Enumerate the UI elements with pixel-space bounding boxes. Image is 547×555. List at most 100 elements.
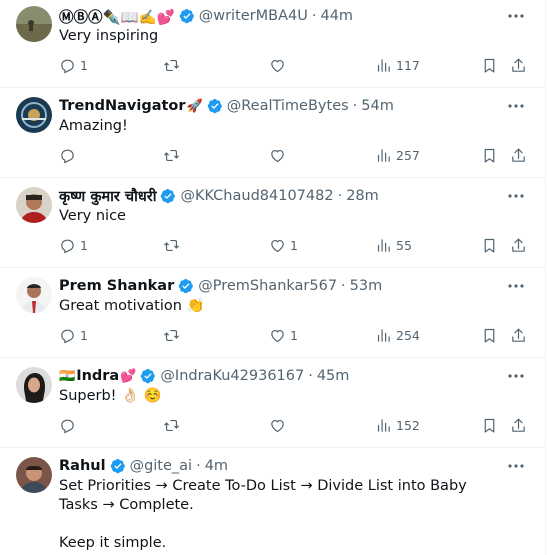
reply-text: Amazing! xyxy=(59,118,128,134)
share-button[interactable] xyxy=(510,325,527,345)
reply-header: ⓂⒷⒶ✒️📖✍️💕 @writerMBA4U · 44m xyxy=(59,6,353,26)
display-name[interactable]: Prem Shankar xyxy=(59,278,174,294)
timestamp[interactable]: 45m xyxy=(317,368,350,384)
verified-badge-icon xyxy=(161,189,176,204)
verified-badge-icon xyxy=(179,9,194,24)
user-handle[interactable]: @KKChaud84107482 xyxy=(180,188,333,204)
bookmark-button[interactable] xyxy=(481,415,498,435)
retweet-button[interactable] xyxy=(163,415,184,435)
like-button[interactable] xyxy=(269,145,290,165)
reply-header: Prem Shankar @PremShankar567 · 53m xyxy=(59,276,382,296)
avatar[interactable] xyxy=(16,187,52,223)
more-dots-icon[interactable] xyxy=(507,277,525,295)
reply-icon xyxy=(61,59,74,73)
bookmark-button[interactable] xyxy=(481,235,498,255)
reply-card[interactable]: कृष्ण कुमार चौधरी @KKChaud84107482 · 28m… xyxy=(0,178,545,268)
user-handle[interactable]: @RealTimeBytes xyxy=(227,98,349,114)
views-button[interactable]: 152 xyxy=(375,415,420,435)
verified-badge-icon xyxy=(110,459,125,474)
retweet-button[interactable] xyxy=(163,325,184,345)
more-dots-icon[interactable] xyxy=(507,97,525,115)
reply-button[interactable]: 1 xyxy=(59,55,88,75)
retweet-button[interactable] xyxy=(163,145,184,165)
more-dots-icon[interactable] xyxy=(507,187,525,205)
like-button[interactable]: 1 xyxy=(269,325,298,345)
share-icon xyxy=(512,328,525,342)
bookmark-button[interactable] xyxy=(481,145,498,165)
avatar[interactable] xyxy=(16,6,52,42)
reply-card[interactable]: 🇮🇳 Indra 💕 @IndraKu42936167 · 45m Superb… xyxy=(0,358,545,448)
reply-count: 1 xyxy=(80,327,88,343)
like-button[interactable] xyxy=(269,55,290,75)
like-button[interactable]: 1 xyxy=(269,235,298,255)
separator-dot: · xyxy=(308,368,313,384)
retweet-button[interactable] xyxy=(163,235,184,255)
bookmark-icon xyxy=(484,148,495,162)
share-icon xyxy=(512,238,525,252)
avatar[interactable] xyxy=(16,97,52,133)
share-button[interactable] xyxy=(510,145,527,165)
more-dots-icon[interactable] xyxy=(507,457,525,475)
retweet-icon xyxy=(164,59,179,71)
reply-button[interactable]: 1 xyxy=(59,325,88,345)
verified-badge-icon xyxy=(178,279,194,294)
reply-card[interactable]: Rahul @gite_ai · 4m Set Priorities → Cre… xyxy=(0,448,545,555)
views-button[interactable]: 55 xyxy=(375,235,412,255)
avatar[interactable] xyxy=(16,277,52,313)
views-button[interactable]: 117 xyxy=(375,55,420,75)
bookmark-icon xyxy=(484,418,495,432)
views-button[interactable]: 257 xyxy=(375,145,420,165)
reply-text: Very inspiring xyxy=(59,28,159,44)
reply-button[interactable]: 1 xyxy=(59,235,88,255)
action-bar: 1 117 xyxy=(59,55,529,75)
reply-card[interactable]: TrendNavigator 🚀 @RealTimeBytes · 54m Am… xyxy=(0,88,545,178)
timestamp[interactable]: 53m xyxy=(350,278,383,294)
reply-header: कृष्ण कुमार चौधरी @KKChaud84107482 · 28m xyxy=(59,186,379,206)
heart-icon xyxy=(271,329,284,342)
share-button[interactable] xyxy=(510,235,527,255)
reply-card[interactable]: Prem Shankar @PremShankar567 · 53m Great… xyxy=(0,268,545,358)
reply-icon xyxy=(61,149,74,163)
verified-badge-icon xyxy=(207,99,222,114)
retweet-icon xyxy=(164,329,179,341)
display-name[interactable]: Indra xyxy=(76,368,119,384)
retweet-button[interactable] xyxy=(163,55,184,75)
view-count: 152 xyxy=(396,417,420,433)
display-name[interactable]: Rahul xyxy=(59,458,106,474)
avatar[interactable] xyxy=(16,367,52,403)
bookmark-button[interactable] xyxy=(481,325,498,345)
separator-dot: · xyxy=(352,98,358,114)
views-chart-icon xyxy=(377,328,390,342)
display-name[interactable]: कृष्ण कुमार चौधरी xyxy=(59,186,156,206)
retweet-icon xyxy=(164,239,179,251)
share-button[interactable] xyxy=(510,55,527,75)
timestamp[interactable]: 44m xyxy=(320,8,353,24)
user-handle[interactable]: @IndraKu42936167 xyxy=(160,368,304,384)
views-chart-icon xyxy=(377,58,390,72)
user-handle[interactable]: @gite_ai xyxy=(130,458,193,474)
reply-button[interactable] xyxy=(59,145,80,165)
action-bar: 257 xyxy=(59,145,529,165)
more-dots-icon[interactable] xyxy=(507,367,525,385)
user-handle[interactable]: @PremShankar567 xyxy=(198,278,337,294)
share-button[interactable] xyxy=(510,415,527,435)
reply-card[interactable]: ⓂⒷⒶ✒️📖✍️💕 @writerMBA4U · 44m Very inspir… xyxy=(0,0,545,88)
share-icon xyxy=(512,58,525,72)
reply-button[interactable] xyxy=(59,415,80,435)
more-dots-icon[interactable] xyxy=(507,7,525,25)
flag-emoji: 🇮🇳 xyxy=(59,368,76,384)
user-handle[interactable]: @writerMBA4U xyxy=(199,8,308,24)
views-button[interactable]: 254 xyxy=(375,325,420,345)
reply-text: Set Priorities → Create To-Do List → Div… xyxy=(59,478,467,551)
display-name[interactable]: TrendNavigator xyxy=(59,98,186,114)
display-name[interactable]: ⓂⒷⒶ✒️📖✍️💕 xyxy=(59,6,175,27)
verified-badge-icon xyxy=(141,369,156,384)
avatar[interactable] xyxy=(16,457,52,493)
timestamp[interactable]: 54m xyxy=(361,98,394,114)
bookmark-button[interactable] xyxy=(481,55,498,75)
timestamp[interactable]: 4m xyxy=(205,458,228,474)
reply-header: TrendNavigator 🚀 @RealTimeBytes · 54m xyxy=(59,96,394,116)
like-button[interactable] xyxy=(269,415,290,435)
timestamp[interactable]: 28m xyxy=(346,188,379,204)
heart-icon xyxy=(271,149,284,162)
